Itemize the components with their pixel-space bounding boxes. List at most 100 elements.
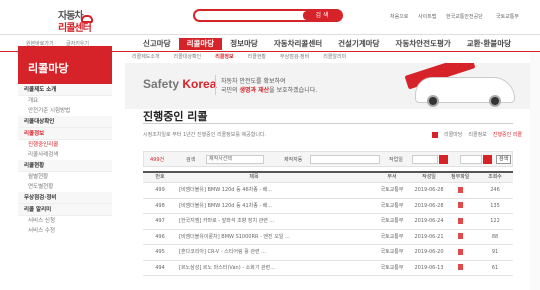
breadcrumb-item[interactable]: 리콜정보 <box>468 131 486 138</box>
lnb-subitem-active[interactable]: 진행중인리콜 <box>18 140 112 150</box>
subtab[interactable]: 리콜알리미 <box>316 52 353 62</box>
attachment-icon[interactable] <box>457 248 463 255</box>
lnb-item[interactable]: 리콜대상확인 <box>18 116 112 128</box>
row-no: 498 <box>155 202 165 209</box>
attachment-icon[interactable] <box>457 217 463 224</box>
lnb-item-active[interactable]: 리콜정보 <box>18 128 112 140</box>
row-dept: 국토교통부 <box>380 233 404 240</box>
breadcrumb-item[interactable]: 리콜마당 <box>444 131 462 138</box>
lnb-subitem[interactable]: 안전기준 시험방법 <box>18 106 112 116</box>
attachment-cell[interactable] <box>451 230 469 245</box>
breadcrumb-current: 진행중인 리콜 <box>492 132 522 138</box>
gnb-report[interactable]: 신고마당 <box>135 38 179 50</box>
subtab[interactable]: 리콜대상확인 <box>167 52 209 62</box>
car-logo-icon <box>81 15 93 23</box>
row-no: 497 <box>155 218 165 224</box>
row-no: 499 <box>155 187 165 193</box>
lnb-subitem[interactable]: 서비스 수정 <box>18 226 112 236</box>
attachment-icon[interactable] <box>457 264 463 270</box>
row-date: 2019-06-13 <box>414 264 444 271</box>
table-row[interactable]: 497 [한국지엠] 카마로 - 앞좌석 조향 장치 관련 ... 국토교통부 … <box>143 214 513 230</box>
util-link-kotsa[interactable]: 한국교통안전공단 <box>446 13 483 20</box>
util-link-molit[interactable]: 국토교통부 <box>496 13 519 20</box>
attachment-icon[interactable] <box>457 202 463 208</box>
page-notice: 시정조치일로 부터 1년간 진행중인 리콜정보를 제공합니다. <box>143 132 267 138</box>
subtab-active[interactable]: 리콜정보 <box>208 52 240 62</box>
title-divider <box>143 123 513 124</box>
search-label: 검색 <box>186 157 196 163</box>
gnb-refund[interactable]: 교환·환불마당 <box>459 38 519 50</box>
row-views: 135 <box>490 202 500 209</box>
row-title-link[interactable]: [한국지엠] 카마로 - 앞좌석 조향 장치 관련 ... <box>179 214 329 229</box>
lnb-item[interactable]: 리콜현황 <box>18 160 112 172</box>
row-title-link[interactable]: [비엠더블유] BMW 120d 등 46차종 - 배... <box>179 183 329 198</box>
col-date: 작성일 <box>422 174 436 180</box>
gnb-recall[interactable]: 리콜마당 <box>178 38 223 50</box>
gnb-construction[interactable]: 건설기계마당 <box>330 38 387 50</box>
lnb-subitem[interactable]: 연도별현황 <box>18 182 112 192</box>
car-wheel-icon <box>489 95 501 107</box>
row-dept: 국토교통부 <box>380 218 404 224</box>
lnb-subitem[interactable]: 리콜사례검색 <box>18 150 112 160</box>
end-date-input[interactable] <box>460 155 482 164</box>
lnb-subitem[interactable]: 개요 <box>18 96 112 106</box>
banner-separator <box>215 75 216 95</box>
attachment-cell[interactable] <box>451 199 469 214</box>
gnb-safety-eval[interactable]: 자동차안전도평가 <box>388 38 459 50</box>
col-views: 조회수 <box>488 174 502 180</box>
attachment-cell[interactable] <box>451 214 469 229</box>
result-count: 499건 <box>150 157 165 163</box>
lnb-title: 리콜마당 <box>18 46 112 84</box>
attachment-cell[interactable] <box>451 261 469 276</box>
lnb-subitem[interactable]: 월별현황 <box>18 172 112 182</box>
calendar-icon[interactable] <box>483 155 492 164</box>
row-no: 495 <box>155 249 165 255</box>
table-row[interactable]: 499 [비엠더블유] BMW 120d 등 46차종 - 배... 국토교통부… <box>143 183 513 199</box>
row-date: 2019-06-21 <box>414 233 444 240</box>
table-row[interactable]: 494 [르노삼성] 르노 마스터(Van) - 소화기 관련... 국토교통부… <box>143 261 513 276</box>
calendar-icon[interactable] <box>439 155 448 164</box>
recall-table: 번호 제목 부서 작성일 첨부파일 조회수 499 [비엠더블유] BMW 12… <box>143 171 513 276</box>
row-dept: 국토교통부 <box>380 187 404 193</box>
row-views: 246 <box>490 187 500 193</box>
table-row[interactable]: 495 [혼다코리아] CR-V - 스티어링 휠 관련 ... 국토교통부 2… <box>143 245 513 261</box>
lnb-item[interactable]: 리콜 알리미 <box>18 204 112 216</box>
row-dept: 국토교통부 <box>380 249 404 255</box>
subtab[interactable]: 리콜제도소개 <box>125 52 167 62</box>
search-button[interactable]: 검 색 <box>303 11 341 20</box>
keyword-input[interactable] <box>310 155 380 164</box>
maker-label: 제작자동 <box>284 157 303 163</box>
lnb-item[interactable]: 리콜제도 소개 <box>18 84 112 96</box>
col-attachment: 첨부파일 <box>451 174 469 180</box>
lnb-subitem[interactable]: 서비스 신청 <box>18 216 112 226</box>
table-row[interactable]: 498 [비엠더블유] BMW 120d 등 41차종 - 배... 국토교통부… <box>143 199 513 214</box>
gnb-info[interactable]: 정보마당 <box>222 38 266 50</box>
search-filter: 499건 검색 제작사선택 제작자동 작업일 검색 <box>143 151 513 167</box>
row-date: 2019-06-28 <box>414 202 444 209</box>
site-logo[interactable]: 자동차 리콜센터 <box>52 6 94 34</box>
row-dept: 국토교통부 <box>380 264 404 271</box>
util-link-home[interactable]: 처음으로 <box>390 13 408 20</box>
lnb-item[interactable]: 무상점검·정비 <box>18 192 112 204</box>
table-header: 번호 제목 부서 작성일 첨부파일 조회수 <box>143 173 513 183</box>
row-title-link[interactable]: [비엠더블유이륜차] BMW S1000RR - 엔진 오일 ... <box>179 230 329 245</box>
maker-select[interactable]: 제작사선택 <box>206 155 264 164</box>
row-title-link[interactable]: [혼다코리아] CR-V - 스티어링 휠 관련 ... <box>179 245 329 260</box>
home-icon[interactable] <box>431 131 438 138</box>
attachment-icon[interactable] <box>457 186 463 193</box>
promo-banner: Safety Korea 자동차 안전도를 확보하여 국민의 생명과 재산을 보… <box>125 63 535 109</box>
util-link-sitemap[interactable]: 사이트맵 <box>418 13 436 20</box>
table-row[interactable]: 496 [비엠더블유이륜차] BMW S1000RR - 엔진 오일 ... 국… <box>143 230 513 245</box>
subtab[interactable]: 리콜현황 <box>241 52 273 62</box>
filter-search-button[interactable]: 검색 <box>496 155 511 164</box>
attachment-cell[interactable] <box>451 245 469 260</box>
start-date-input[interactable] <box>412 155 438 164</box>
row-views: 122 <box>490 218 500 224</box>
row-title-link[interactable]: [비엠더블유] BMW 120d 등 41차종 - 배... <box>179 199 329 214</box>
gnb-recall-center[interactable]: 자동차리콜센터 <box>266 38 330 50</box>
row-title-link[interactable]: [르노삼성] 르노 마스터(Van) - 소화기 관련... <box>179 261 329 276</box>
col-title: 제목 <box>249 174 259 180</box>
attachment-icon[interactable] <box>457 233 463 239</box>
subtab[interactable]: 무상점검·정비 <box>273 52 316 62</box>
attachment-cell[interactable] <box>451 183 469 198</box>
